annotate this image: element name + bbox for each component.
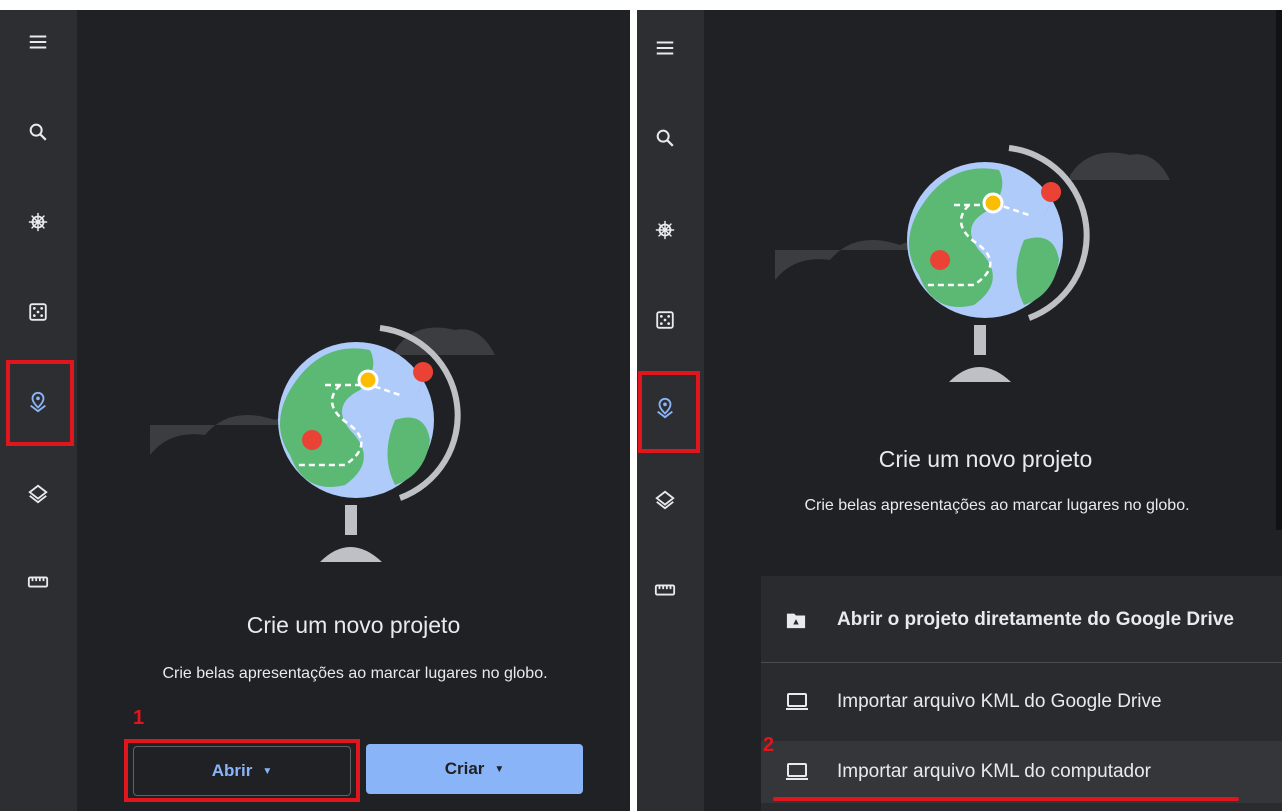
highlight-underline xyxy=(773,797,1239,801)
menu-item-label: Importar arquivo KML do Google Drive xyxy=(837,691,1162,712)
create-button-label: Criar xyxy=(444,759,485,778)
ruler-icon[interactable] xyxy=(24,568,52,596)
open-dropdown-menu: Abrir o projeto diretamente do Google Dr… xyxy=(761,576,1282,811)
dice-icon[interactable] xyxy=(651,306,679,334)
dice-icon[interactable] xyxy=(24,298,52,326)
laptop-icon xyxy=(785,692,809,712)
open-button[interactable]: Abrir ▼ xyxy=(133,746,351,796)
menu-item-label: Importar arquivo KML do computador xyxy=(837,761,1152,782)
panel-edge xyxy=(1276,10,1282,530)
layers-icon[interactable] xyxy=(24,480,52,508)
empty-state-description: Crie belas apresentações ao marcar lugar… xyxy=(162,665,548,682)
step-number-1: 1 xyxy=(133,707,145,729)
menu-item-import-kml-computer[interactable]: Importar arquivo KML do computador xyxy=(761,741,1282,803)
menu-item-import-kml-drive[interactable]: Importar arquivo KML do Google Drive xyxy=(761,674,1282,730)
menu-item-label: Abrir o projeto diretamente do Google Dr… xyxy=(837,609,1234,630)
menu-divider xyxy=(761,662,1282,663)
create-button[interactable]: Criar ▼ xyxy=(366,744,583,794)
projects-pin-icon[interactable] xyxy=(651,394,679,422)
empty-state-title: Crie um novo projeto xyxy=(246,612,461,638)
caret-down-icon: ▼ xyxy=(494,763,505,775)
globe-illustration xyxy=(150,325,495,562)
left-screenshot-panel: Crie um novo projeto Crie belas apresent… xyxy=(0,10,630,811)
caret-down-icon: ▼ xyxy=(262,765,273,777)
drive-folder-icon xyxy=(785,610,809,630)
open-button-label: Abrir xyxy=(211,761,253,780)
empty-state-description: Crie belas apresentações ao marcar lugar… xyxy=(804,497,1190,514)
empty-state-title: Crie um novo projeto xyxy=(878,446,1093,472)
menu-icon[interactable] xyxy=(24,28,52,56)
globe-illustration xyxy=(775,145,1170,382)
ship-wheel-icon[interactable] xyxy=(24,208,52,236)
side-rail xyxy=(637,10,704,811)
laptop-icon xyxy=(785,762,809,782)
projects-pin-icon[interactable] xyxy=(24,388,52,416)
right-screenshot-panel: Crie um novo projeto Crie belas apresent… xyxy=(637,10,1282,811)
menu-item-open-from-drive[interactable]: Abrir o projeto diretamente do Google Dr… xyxy=(761,592,1282,648)
layers-icon[interactable] xyxy=(651,486,679,514)
step-number-2: 2 xyxy=(763,734,775,756)
search-icon[interactable] xyxy=(24,118,52,146)
side-rail xyxy=(0,10,77,811)
menu-icon[interactable] xyxy=(651,34,679,62)
ruler-icon[interactable] xyxy=(651,576,679,604)
search-icon[interactable] xyxy=(651,124,679,152)
ship-wheel-icon[interactable] xyxy=(651,216,679,244)
